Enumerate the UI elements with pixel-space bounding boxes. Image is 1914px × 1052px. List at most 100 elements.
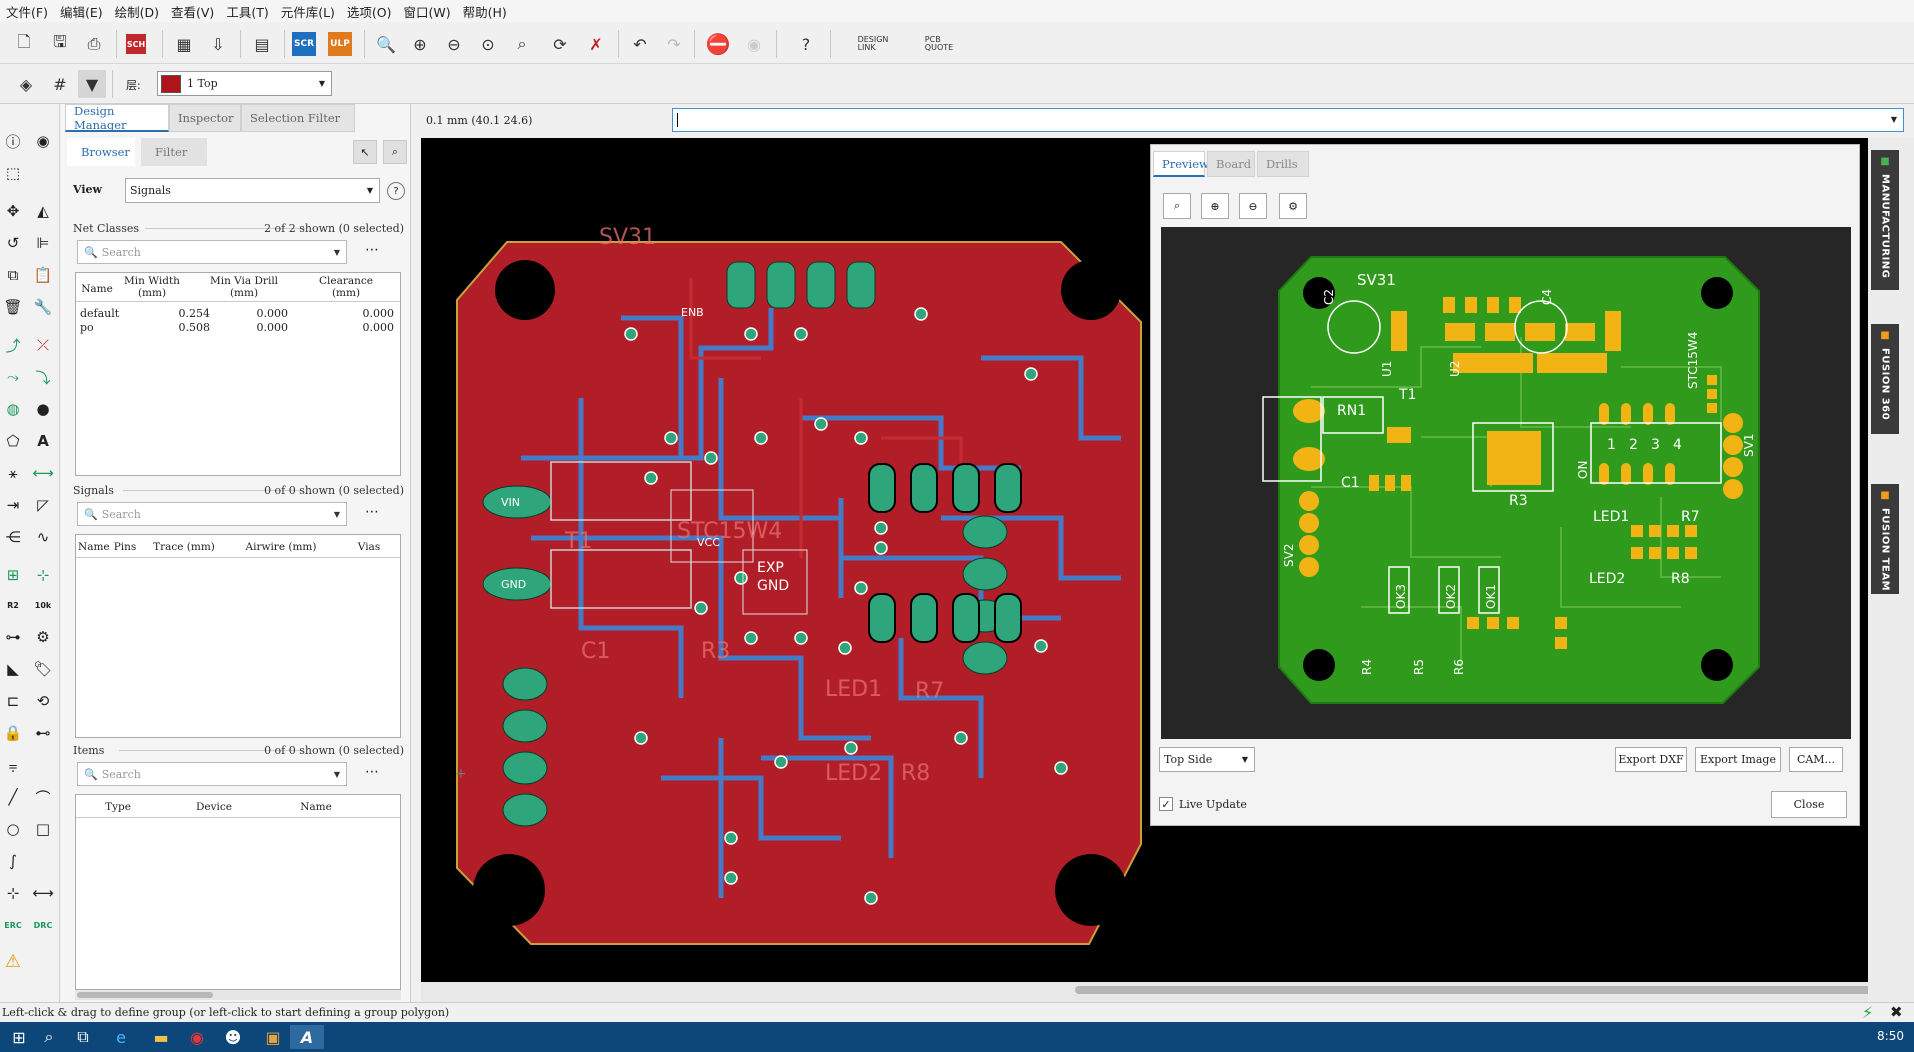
move-icon[interactable]: ✥	[0, 198, 26, 224]
export-image-button[interactable]: Export Image	[1695, 747, 1781, 772]
redraw-icon[interactable]: ⟳	[546, 30, 574, 58]
folder-icon[interactable]: ▬	[144, 1025, 178, 1049]
menu-tools[interactable]: 工具(T)	[220, 2, 274, 21]
app-icon[interactable]: ▣	[256, 1025, 290, 1049]
menu-window[interactable]: 窗口(W)	[398, 2, 457, 21]
library-icon[interactable]: ▤	[248, 30, 276, 58]
col-trace[interactable]: Trace (mm)	[146, 541, 222, 553]
mirror-icon[interactable]: ◭	[30, 198, 56, 224]
meander-icon[interactable]: ∿	[30, 524, 56, 550]
col-device[interactable]: Device	[176, 801, 252, 813]
zoom-selection-icon[interactable]: ⌕	[383, 140, 407, 164]
design-link-button[interactable]: DESIGN LINK	[846, 30, 900, 58]
delete-icon[interactable]: 🗑	[0, 294, 26, 320]
cam-button[interactable]: CAM...	[1789, 747, 1843, 772]
col-airwire[interactable]: Airwire (mm)	[236, 541, 326, 553]
change-icon[interactable]: ⚙	[30, 624, 56, 650]
menu-view[interactable]: 查看(V)	[165, 2, 220, 21]
go-icon[interactable]: ◉	[740, 30, 768, 58]
signal-icon[interactable]: ⚹	[0, 460, 26, 486]
zoom-out-icon[interactable]: ⊖	[1239, 193, 1267, 219]
name-icon[interactable]: 10k	[30, 592, 56, 618]
export-dxf-button[interactable]: Export DXF	[1615, 747, 1687, 772]
export-icon[interactable]: ⇩	[204, 30, 232, 58]
new-file-icon[interactable]: 🗋	[10, 30, 38, 58]
filter-icon[interactable]: ▼	[78, 70, 106, 98]
tab-drills[interactable]: Drills	[1257, 151, 1309, 177]
menu-draw[interactable]: 绘制(D)	[109, 2, 165, 21]
ulp-icon[interactable]: ULP	[328, 32, 352, 56]
select-icon[interactable]: ↖	[353, 140, 377, 164]
zoom-fit-icon[interactable]: ⌕	[1163, 193, 1191, 219]
via-icon[interactable]: ◍	[0, 396, 26, 422]
route-icon[interactable]: ⤴	[0, 332, 26, 358]
lightning-icon[interactable]: ⚡	[1862, 1003, 1873, 1022]
polygon-icon[interactable]: ⬠	[0, 428, 26, 454]
items-search[interactable]: 🔍 Search ▼	[77, 762, 347, 786]
more-icon[interactable]: ⋯	[365, 242, 379, 258]
table-cell[interactable]: 0.254	[148, 307, 211, 320]
line-icon[interactable]: ╱	[0, 784, 26, 810]
more-icon[interactable]: ⋯	[365, 504, 379, 520]
col-min-via-drill[interactable]: Min Via Drill (mm)	[194, 275, 294, 299]
pinswap-icon[interactable]: ⊏	[0, 688, 26, 714]
qq-icon[interactable]: ☻	[216, 1025, 250, 1049]
browser-icon[interactable]: ◉	[180, 1025, 214, 1049]
menu-options[interactable]: 选项(O)	[341, 2, 398, 21]
split-icon[interactable]: ⋲	[0, 524, 26, 550]
split-line-icon[interactable]: ⩦	[0, 752, 26, 778]
dimension-icon[interactable]: ⊷	[30, 720, 56, 746]
save-icon[interactable]: 🖫	[46, 30, 74, 58]
arc-icon[interactable]: ⌒	[30, 784, 56, 810]
zoom-area-icon[interactable]: ⌕	[508, 30, 536, 58]
smash-icon[interactable]: ⊶	[0, 624, 26, 650]
menu-file[interactable]: 文件(F)	[0, 2, 54, 21]
help-icon[interactable]: ?	[792, 30, 820, 58]
board-preview-area[interactable]: SV31 R3 RN1 T1 C1 LED1 R7 LED2 R8 1 2 3 …	[1161, 227, 1851, 739]
col-clearance[interactable]: Clearance (mm)	[298, 275, 394, 299]
schematic-icon[interactable]: SCH	[126, 34, 146, 54]
signals-search[interactable]: 🔍 Search ▼	[77, 502, 347, 526]
hole-icon[interactable]: ●	[30, 396, 56, 422]
align-icon[interactable]: ⊫	[30, 230, 56, 256]
col-type[interactable]: Type	[80, 801, 156, 813]
swap-icon[interactable]: ◣	[0, 656, 26, 682]
col-vias[interactable]: Vias	[344, 541, 394, 553]
col-min-width[interactable]: Min Width (mm)	[118, 275, 186, 299]
stop-cross-icon[interactable]: ✖	[1890, 1003, 1903, 1021]
net-classes-search[interactable]: 🔍 Search ▼	[77, 240, 347, 264]
stop-icon[interactable]: ⛔	[704, 30, 732, 58]
tab-filter[interactable]: Filter	[141, 138, 207, 166]
route-multi-icon[interactable]: ⤳	[0, 364, 26, 390]
tab-fusion-360[interactable]: ■ FUSION 360	[1871, 324, 1899, 434]
edge-icon[interactable]: e	[104, 1025, 138, 1049]
zoom-in-icon[interactable]: ⊕	[1201, 193, 1229, 219]
lock-icon[interactable]: 🔒	[0, 720, 26, 746]
table-cell[interactable]: 0.000	[226, 321, 289, 334]
tab-board[interactable]: Board	[1207, 151, 1255, 177]
layer-select[interactable]: 1 Top ▼	[157, 71, 332, 96]
menu-help[interactable]: 帮助(H)	[457, 2, 513, 21]
command-input[interactable]: ▼	[672, 108, 1904, 132]
circle-icon[interactable]: ○	[0, 816, 26, 842]
redo-icon[interactable]: ↷	[660, 30, 688, 58]
table-cell[interactable]: 0.000	[226, 307, 289, 320]
search-icon[interactable]: ⌕	[32, 1025, 66, 1049]
copy-icon[interactable]: ⧉	[0, 262, 26, 288]
menu-edit[interactable]: 编辑(E)	[54, 2, 109, 21]
replace-icon[interactable]: ⊹	[30, 562, 56, 588]
panel-hscrollbar[interactable]	[75, 990, 401, 1000]
scroll-thumb[interactable]	[1075, 986, 1905, 994]
col-name[interactable]: Name	[78, 541, 110, 553]
pcb-quote-button[interactable]: PCB QUOTE	[914, 30, 964, 58]
tab-inspector[interactable]: Inspector	[169, 104, 241, 132]
ripup-icon[interactable]: ⤫	[30, 332, 56, 358]
table-cell[interactable]: 0.508	[148, 321, 211, 334]
tab-manufacturing[interactable]: ■ MANUFACTURING	[1871, 150, 1899, 290]
eagle-icon[interactable]: A	[290, 1025, 324, 1049]
group-icon[interactable]: ⬚	[0, 160, 26, 186]
more-icon[interactable]: ⋯	[365, 764, 379, 780]
erc-icon[interactable]: ERC	[0, 912, 26, 938]
zoom-fit-icon[interactable]: 🔍	[372, 30, 400, 58]
table-cell[interactable]: default	[80, 307, 119, 320]
